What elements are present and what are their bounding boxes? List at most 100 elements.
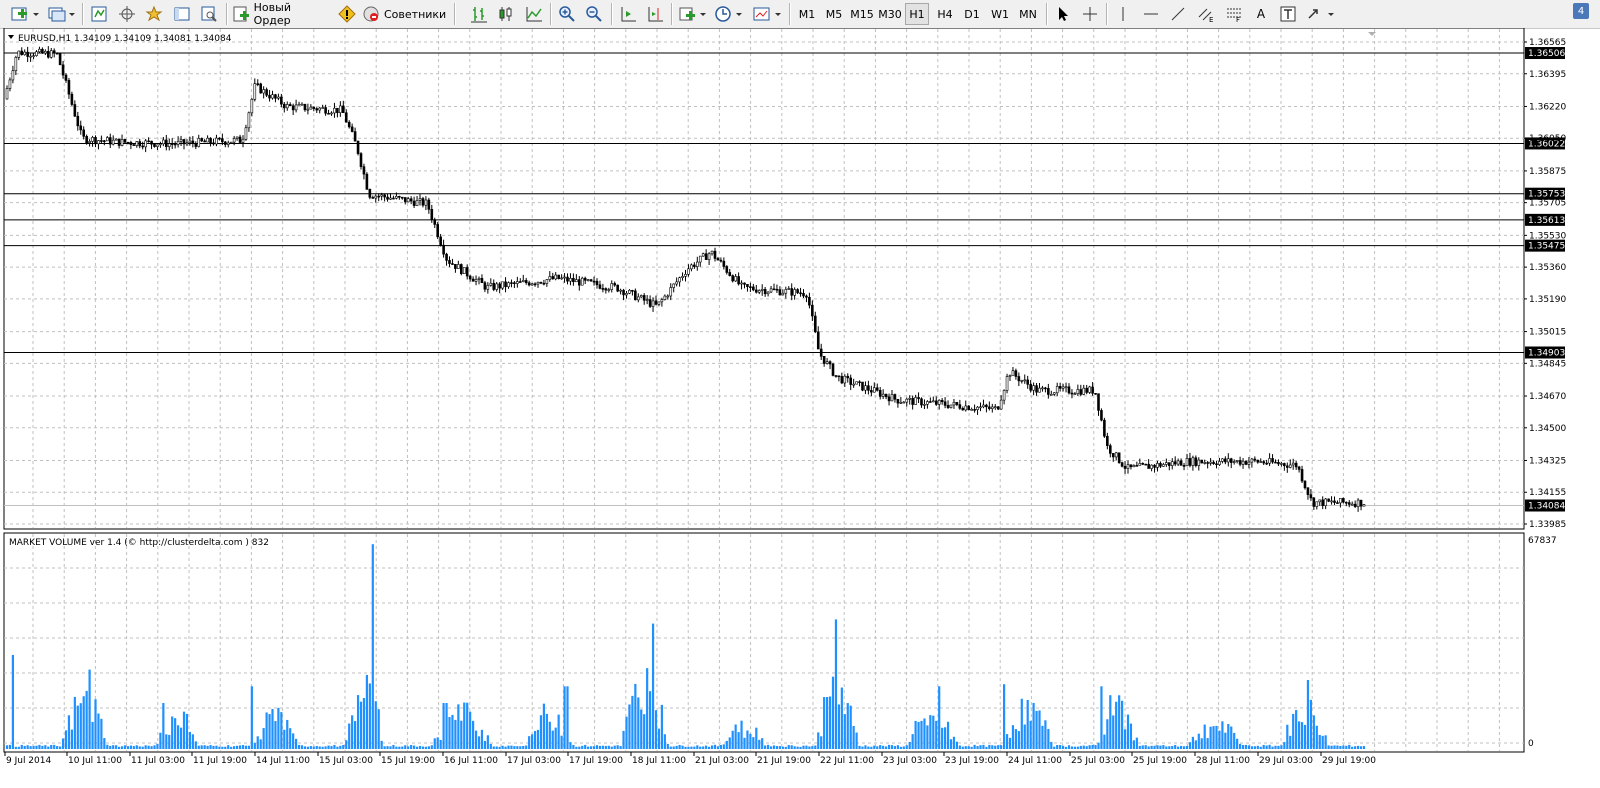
candle-body: [530, 283, 534, 286]
text-label-button[interactable]: [1277, 3, 1299, 25]
volume-bar: [1253, 746, 1256, 749]
timeframe-m5-button[interactable]: M5: [822, 3, 846, 25]
candle-body: [931, 400, 935, 403]
volume-bar: [1115, 701, 1118, 749]
volume-bar: [864, 745, 867, 749]
volume-bar: [1100, 686, 1103, 749]
candle-body: [380, 194, 383, 197]
candle-body: [14, 57, 18, 72]
line-chart-button[interactable]: [523, 3, 545, 25]
terminal-button[interactable]: [171, 3, 193, 25]
equidistant-channel-button[interactable]: E: [1195, 3, 1217, 25]
volume-bar: [1206, 738, 1209, 749]
candle-body: [843, 375, 847, 384]
volume-bar: [654, 710, 658, 749]
expert-advisors-button[interactable]: Советники: [362, 3, 448, 25]
candle-body: [285, 104, 289, 109]
volume-bar: [823, 697, 826, 749]
timeframe-m1-button[interactable]: M1: [795, 3, 819, 25]
favorites-button[interactable]: [143, 3, 165, 25]
volume-bar: [592, 746, 596, 749]
volume-bar: [472, 720, 475, 749]
candle-body: [1268, 458, 1271, 464]
indicators-button[interactable]: [677, 3, 709, 25]
volume-bar: [483, 740, 486, 749]
zoom-in-button[interactable]: [556, 3, 578, 25]
vertical-line-button[interactable]: [1112, 3, 1134, 25]
candle-body: [1147, 463, 1150, 469]
candle-body: [790, 288, 794, 296]
volume-bar: [775, 746, 779, 749]
chart-area[interactable]: 1.365061.360221.357531.356131.354751.349…: [0, 28, 1600, 788]
candle-body: [1345, 501, 1348, 504]
timeframe-d1-button[interactable]: D1: [960, 3, 984, 25]
volume-bar: [563, 686, 566, 749]
horizontal-line-button[interactable]: [1140, 3, 1162, 25]
timeframe-m15-button[interactable]: M15: [849, 3, 875, 25]
volume-bar: [1333, 745, 1336, 749]
volume-bar: [699, 746, 702, 749]
volume-bar: [401, 746, 404, 749]
volume-bar: [230, 746, 233, 749]
candle-body: [492, 282, 496, 290]
crosshair-button[interactable]: [1079, 3, 1101, 25]
periods-button[interactable]: [713, 3, 745, 25]
volume-bar: [351, 715, 354, 749]
new-chart-button[interactable]: [8, 3, 42, 25]
time-axis-label: 23 Jul 19:00: [945, 756, 999, 766]
zoom-out-button[interactable]: [583, 3, 605, 25]
volume-bar: [764, 745, 767, 749]
candlestick-button[interactable]: [495, 3, 517, 25]
market-watch-button[interactable]: [88, 3, 110, 25]
navigator-button[interactable]: [116, 3, 138, 25]
arrows-button[interactable]: [1305, 3, 1337, 25]
timeframe-mn-button[interactable]: MN: [1015, 3, 1041, 25]
volume-bar: [669, 746, 672, 749]
cursor-button[interactable]: [1052, 3, 1074, 25]
chart-shift-button[interactable]: [644, 3, 666, 25]
text-tool-button[interactable]: A: [1250, 3, 1272, 25]
fibonacci-button[interactable]: F: [1223, 3, 1245, 25]
volume-bar: [1059, 744, 1062, 749]
autoscroll-button[interactable]: [617, 3, 639, 25]
timeframe-w1-button[interactable]: W1: [988, 3, 1012, 25]
alert-button[interactable]: [336, 3, 358, 25]
window-number-badge[interactable]: 4: [1573, 3, 1589, 19]
trendline-button[interactable]: [1167, 3, 1189, 25]
volume-bar: [1298, 721, 1301, 749]
timeframe-h4-button[interactable]: H4: [933, 3, 957, 25]
strategy-tester-button[interactable]: [198, 3, 220, 25]
candle-body: [799, 292, 802, 295]
timeframe-h1-button[interactable]: H1: [905, 3, 929, 25]
volume-bar: [861, 746, 864, 749]
candlestick-icon: [499, 7, 512, 21]
volume-bar: [533, 730, 537, 749]
volume-bar: [719, 744, 722, 749]
new-order-button[interactable]: Новый Ордер: [232, 1, 330, 27]
candle-body: [129, 142, 133, 145]
candle-body: [235, 136, 239, 139]
candle-body: [1359, 499, 1363, 507]
candle-body: [749, 286, 752, 288]
volume-bar: [333, 744, 336, 749]
profiles-button[interactable]: [45, 3, 77, 25]
bar-chart-button[interactable]: [468, 3, 490, 25]
timeframe-m30-button[interactable]: M30: [877, 3, 903, 25]
candle-body: [427, 199, 431, 210]
volume-bar: [616, 745, 619, 749]
candle-body: [743, 282, 746, 285]
volume-bar: [917, 721, 920, 749]
templates-button[interactable]: [750, 3, 784, 25]
volume-bar: [687, 746, 690, 749]
volume-bar: [259, 739, 262, 749]
candle-body: [1291, 462, 1295, 466]
volume-panel[interactable]: MARKET VOLUME ver 1.4 (© http://clusterd…: [3, 532, 1557, 753]
volume-bar: [681, 745, 684, 749]
candle-body: [194, 143, 198, 147]
volume-bar: [345, 740, 348, 749]
candle-body: [191, 140, 195, 144]
time-axis-label: 18 Jul 11:00: [632, 756, 686, 766]
volume-bar: [1094, 745, 1097, 749]
candle-body: [1088, 386, 1091, 393]
price-panel[interactable]: 1.365061.360221.357531.356131.354751.349…: [3, 28, 1566, 530]
